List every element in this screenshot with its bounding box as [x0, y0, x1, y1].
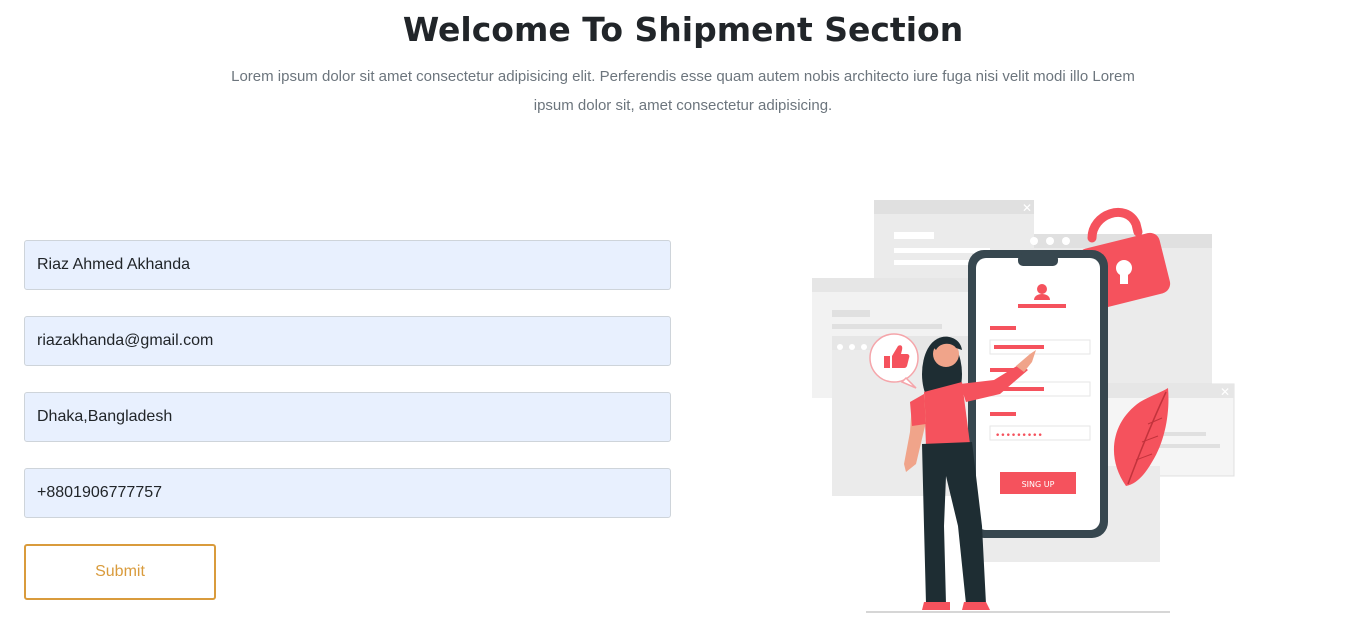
submit-button[interactable]: Submit	[24, 544, 216, 600]
signup-illustration: ✕ ✕ ••••••••• SING UP	[812, 200, 1235, 613]
address-input[interactable]	[24, 392, 671, 442]
name-input[interactable]	[24, 240, 671, 290]
shipment-page: Welcome To Shipment Section Lorem ipsum …	[0, 0, 1366, 625]
signup-label: SING UP	[1022, 480, 1055, 489]
phone-input[interactable]	[24, 468, 671, 518]
email-input[interactable]	[24, 316, 671, 366]
page-subtitle: Lorem ipsum dolor sit amet consectetur a…	[231, 68, 1135, 114]
password-mask: •••••••••	[995, 431, 1043, 441]
svg-text:✕: ✕	[1022, 201, 1032, 215]
page-title: Welcome To Shipment Section	[402, 10, 964, 49]
svg-text:✕: ✕	[1220, 385, 1230, 399]
